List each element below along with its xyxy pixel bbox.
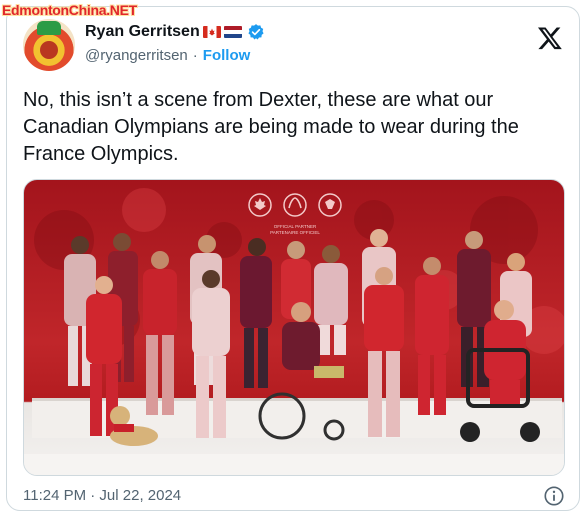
canada-flag-icon: [202, 26, 221, 38]
avatar-hat: [37, 21, 61, 35]
athlete: [415, 257, 449, 415]
avatar[interactable]: [23, 19, 75, 71]
sign-line-2: PARTENAIRE OFFICIEL: [270, 230, 320, 235]
sponsor-logos: [248, 193, 342, 217]
author-handle[interactable]: @ryangerritsen: [85, 47, 188, 64]
verified-badge-icon: [248, 24, 264, 40]
tweet-card: Ryan Gerritsen @ryangerritsen · Follow N…: [6, 6, 580, 511]
athlete: [240, 238, 272, 388]
separator-dot: ·: [192, 47, 198, 64]
netherlands-flag-icon: [223, 26, 242, 38]
tweet-photo[interactable]: OFFICIAL PARTNER PARTENAIRE OFFICIEL: [23, 179, 565, 476]
sign-line-1: OFFICIAL PARTNER: [274, 224, 317, 229]
avatar-face: [40, 41, 58, 59]
info-icon[interactable]: [543, 485, 565, 507]
x-logo-icon[interactable]: [537, 25, 563, 51]
author-handle-row: @ryangerritsen · Follow: [85, 47, 250, 64]
athlete: [143, 251, 177, 415]
tweet-text: No, this isn’t a scene from Dexter, thes…: [23, 89, 519, 165]
watermark: EdmontonChina.NET: [2, 2, 137, 18]
author-name-row: Ryan Gerritsen: [85, 23, 265, 41]
team-canada-photo: OFFICIAL PARTNER PARTENAIRE OFFICIEL: [24, 188, 564, 475]
tweet-header: Ryan Gerritsen @ryangerritsen · Follow: [23, 19, 563, 77]
floor: [24, 454, 564, 475]
tweet-timestamp[interactable]: 11:24 PM · Jul 22, 2024: [23, 487, 181, 504]
author-name[interactable]: Ryan Gerritsen: [85, 23, 200, 41]
follow-button[interactable]: Follow: [203, 47, 251, 64]
